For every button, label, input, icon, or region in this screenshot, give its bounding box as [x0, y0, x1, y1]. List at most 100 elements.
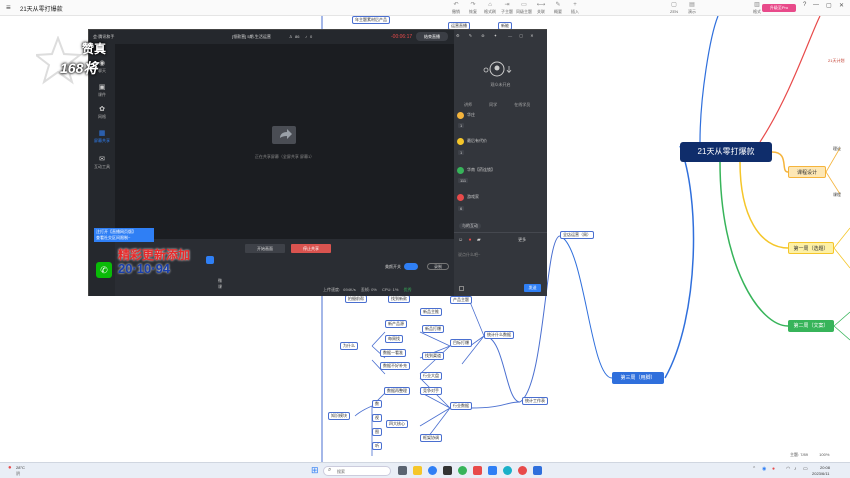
mindmap-node[interactable]: 统计什么数据: [484, 331, 514, 339]
mindmap-node[interactable]: 行业大盘: [420, 372, 442, 380]
branch-node-week1[interactable]: 第一周（选题）: [788, 242, 834, 254]
beauty-toggle[interactable]: [404, 263, 418, 270]
checkbox[interactable]: [459, 286, 464, 291]
chevron-up-icon[interactable]: ⌃: [752, 466, 756, 472]
minimize-button[interactable]: —: [813, 2, 819, 8]
wifi-icon[interactable]: ◠: [786, 466, 790, 472]
settings-icon[interactable]: ⚙: [456, 33, 460, 38]
send-button[interactable]: 发送: [524, 284, 541, 292]
more-options[interactable]: 更多: [518, 237, 526, 242]
insert-button[interactable]: + 插入: [567, 2, 583, 15]
branch-node-week2[interactable]: 第二周（文案）: [788, 320, 834, 332]
sidebar-item-screen-share[interactable]: ▦ 屏幕共享: [89, 130, 115, 144]
mindmap-node[interactable]: 竞争对手: [420, 387, 442, 395]
mindmap-node[interactable]: 21天计划: [828, 58, 844, 64]
sidebar-item-grid[interactable]: ✿ 网格: [89, 106, 115, 120]
menu-icon[interactable]: ≡: [6, 3, 11, 12]
stop-share-button[interactable]: 停止共享: [291, 244, 331, 253]
mindmap-node[interactable]: 听: [372, 442, 382, 450]
mindmap-node[interactable]: 框架协调: [420, 434, 442, 442]
tray-icon[interactable]: ◉: [762, 466, 766, 472]
mindmap-node[interactable]: 每周找: [385, 335, 403, 343]
branch-node-week3[interactable]: 第三周（用脚）: [612, 372, 664, 384]
clock-date[interactable]: 2023/6/11: [812, 471, 830, 476]
summary-button[interactable]: ✎ 概要: [550, 2, 566, 15]
mindmap-node[interactable]: 视: [372, 414, 382, 422]
sidebar-item-tools[interactable]: ✉ 互动工具: [89, 156, 115, 170]
mindmap-node[interactable]: 产品主题: [450, 296, 472, 304]
mindmap-node[interactable]: 数据再整理: [384, 387, 410, 395]
present-button[interactable]: ▤ 演示: [683, 2, 701, 15]
folder-icon[interactable]: ▰: [477, 237, 481, 243]
speaker-icon[interactable]: ♪: [794, 466, 797, 472]
chat-input[interactable]: 说点什么吧~: [458, 252, 480, 258]
mindmap-node[interactable]: 数据一看准: [380, 349, 406, 357]
redo-button[interactable]: ↷ 恢复: [465, 2, 481, 15]
taskbar-search[interactable]: ⌕ 搜索: [323, 466, 391, 476]
weather-icon[interactable]: ●: [8, 465, 12, 471]
mindmap-node[interactable]: 行业数据: [450, 402, 472, 410]
format-painter-button[interactable]: ⌂ 格式刷: [482, 2, 498, 15]
mindmap-node[interactable]: 数: [372, 400, 382, 408]
mindmap-node[interactable]: 数据不好补充: [380, 362, 410, 370]
interaction-label[interactable]: 与的互动: [459, 223, 481, 229]
branch-node-course[interactable]: 课程设计: [788, 166, 826, 178]
help-icon[interactable]: ?: [803, 2, 806, 8]
notice-card[interactable]: 注打开【直播网页版】 查看社交区间限制~: [94, 228, 154, 242]
upgrade-pro-button[interactable]: 升级至Pro: [762, 4, 796, 12]
mindmap-node[interactable]: 年主题素材后产品: [352, 16, 390, 24]
file-explorer-icon[interactable]: [413, 466, 422, 475]
app-icon[interactable]: [488, 466, 497, 475]
mindmap-node[interactable]: 统计工作表: [522, 397, 548, 405]
subtopic-button[interactable]: ⇥ 子主题: [499, 2, 515, 15]
mindmap-node[interactable]: 目标打爆: [450, 339, 472, 347]
record-button[interactable]: 录制: [427, 263, 449, 270]
mindmap-node[interactable]: 新品打爆: [422, 325, 444, 333]
clock-time[interactable]: 20:08: [820, 465, 830, 470]
chrome-icon[interactable]: [458, 466, 467, 475]
tab-classmates[interactable]: 同学: [489, 102, 497, 107]
mindmap-node[interactable]: 新产品源: [385, 320, 407, 328]
mindmap-node[interactable]: 为什么: [340, 342, 358, 350]
app-icon[interactable]: [518, 466, 527, 475]
maximize-icon[interactable]: ▢: [519, 33, 523, 38]
mindmap-node[interactable]: 找到新款: [388, 295, 410, 303]
close-button[interactable]: ✕: [839, 2, 844, 9]
tray-icon[interactable]: ●: [772, 466, 775, 472]
app-icon[interactable]: [473, 466, 482, 475]
zen-button[interactable]: ▢ ZEN: [665, 2, 683, 14]
start-scene-button[interactable]: 开始画面: [245, 244, 285, 253]
end-stream-button[interactable]: 结束直播: [416, 32, 448, 41]
edit-icon[interactable]: ✎: [469, 33, 472, 38]
app-icon[interactable]: [503, 466, 512, 475]
sibling-topic-button[interactable]: ▭ 同级主题: [516, 2, 532, 15]
tab-teacher[interactable]: 讲师: [464, 102, 472, 107]
taskview-icon[interactable]: [398, 466, 407, 475]
undo-button[interactable]: ↶ 撤销: [448, 2, 464, 15]
close-icon[interactable]: ✕: [530, 33, 533, 38]
edge-icon[interactable]: [428, 466, 437, 475]
app-icon[interactable]: [533, 466, 542, 475]
mindmap-node[interactable]: 图: [372, 428, 382, 436]
maximize-button[interactable]: ▢: [826, 2, 832, 9]
battery-icon[interactable]: ▭: [803, 466, 808, 472]
mindmap-node[interactable]: 理论: [833, 146, 841, 152]
store-icon[interactable]: [443, 466, 452, 475]
tab-online[interactable]: 在线学员: [514, 102, 530, 107]
mindmap-node[interactable]: 新品主推: [420, 308, 442, 316]
mindmap-node[interactable]: 课程: [833, 192, 841, 198]
mindmap-root-node[interactable]: 21天从零打爆款: [680, 142, 772, 162]
pin-icon[interactable]: ✦: [494, 33, 497, 38]
target-icon[interactable]: ⊚: [481, 33, 484, 38]
image-icon[interactable]: ●: [469, 237, 472, 243]
mindmap-node[interactable]: 知识模块: [328, 412, 350, 420]
relation-button[interactable]: ⟷ 关联: [533, 2, 549, 15]
minimize-icon[interactable]: —: [508, 33, 512, 38]
start-icon[interactable]: ⊞: [311, 465, 319, 476]
mindmap-node[interactable]: 全店运营（周）: [560, 231, 594, 239]
mindmap-node[interactable]: 四大核心: [386, 420, 408, 428]
zoom-level[interactable]: 100%: [819, 452, 829, 457]
mindmap-node[interactable]: 找到渠道: [422, 352, 444, 360]
mindmap-node[interactable]: 拍摄前帮: [345, 295, 367, 303]
emoji-icon[interactable]: ☺: [458, 237, 463, 243]
